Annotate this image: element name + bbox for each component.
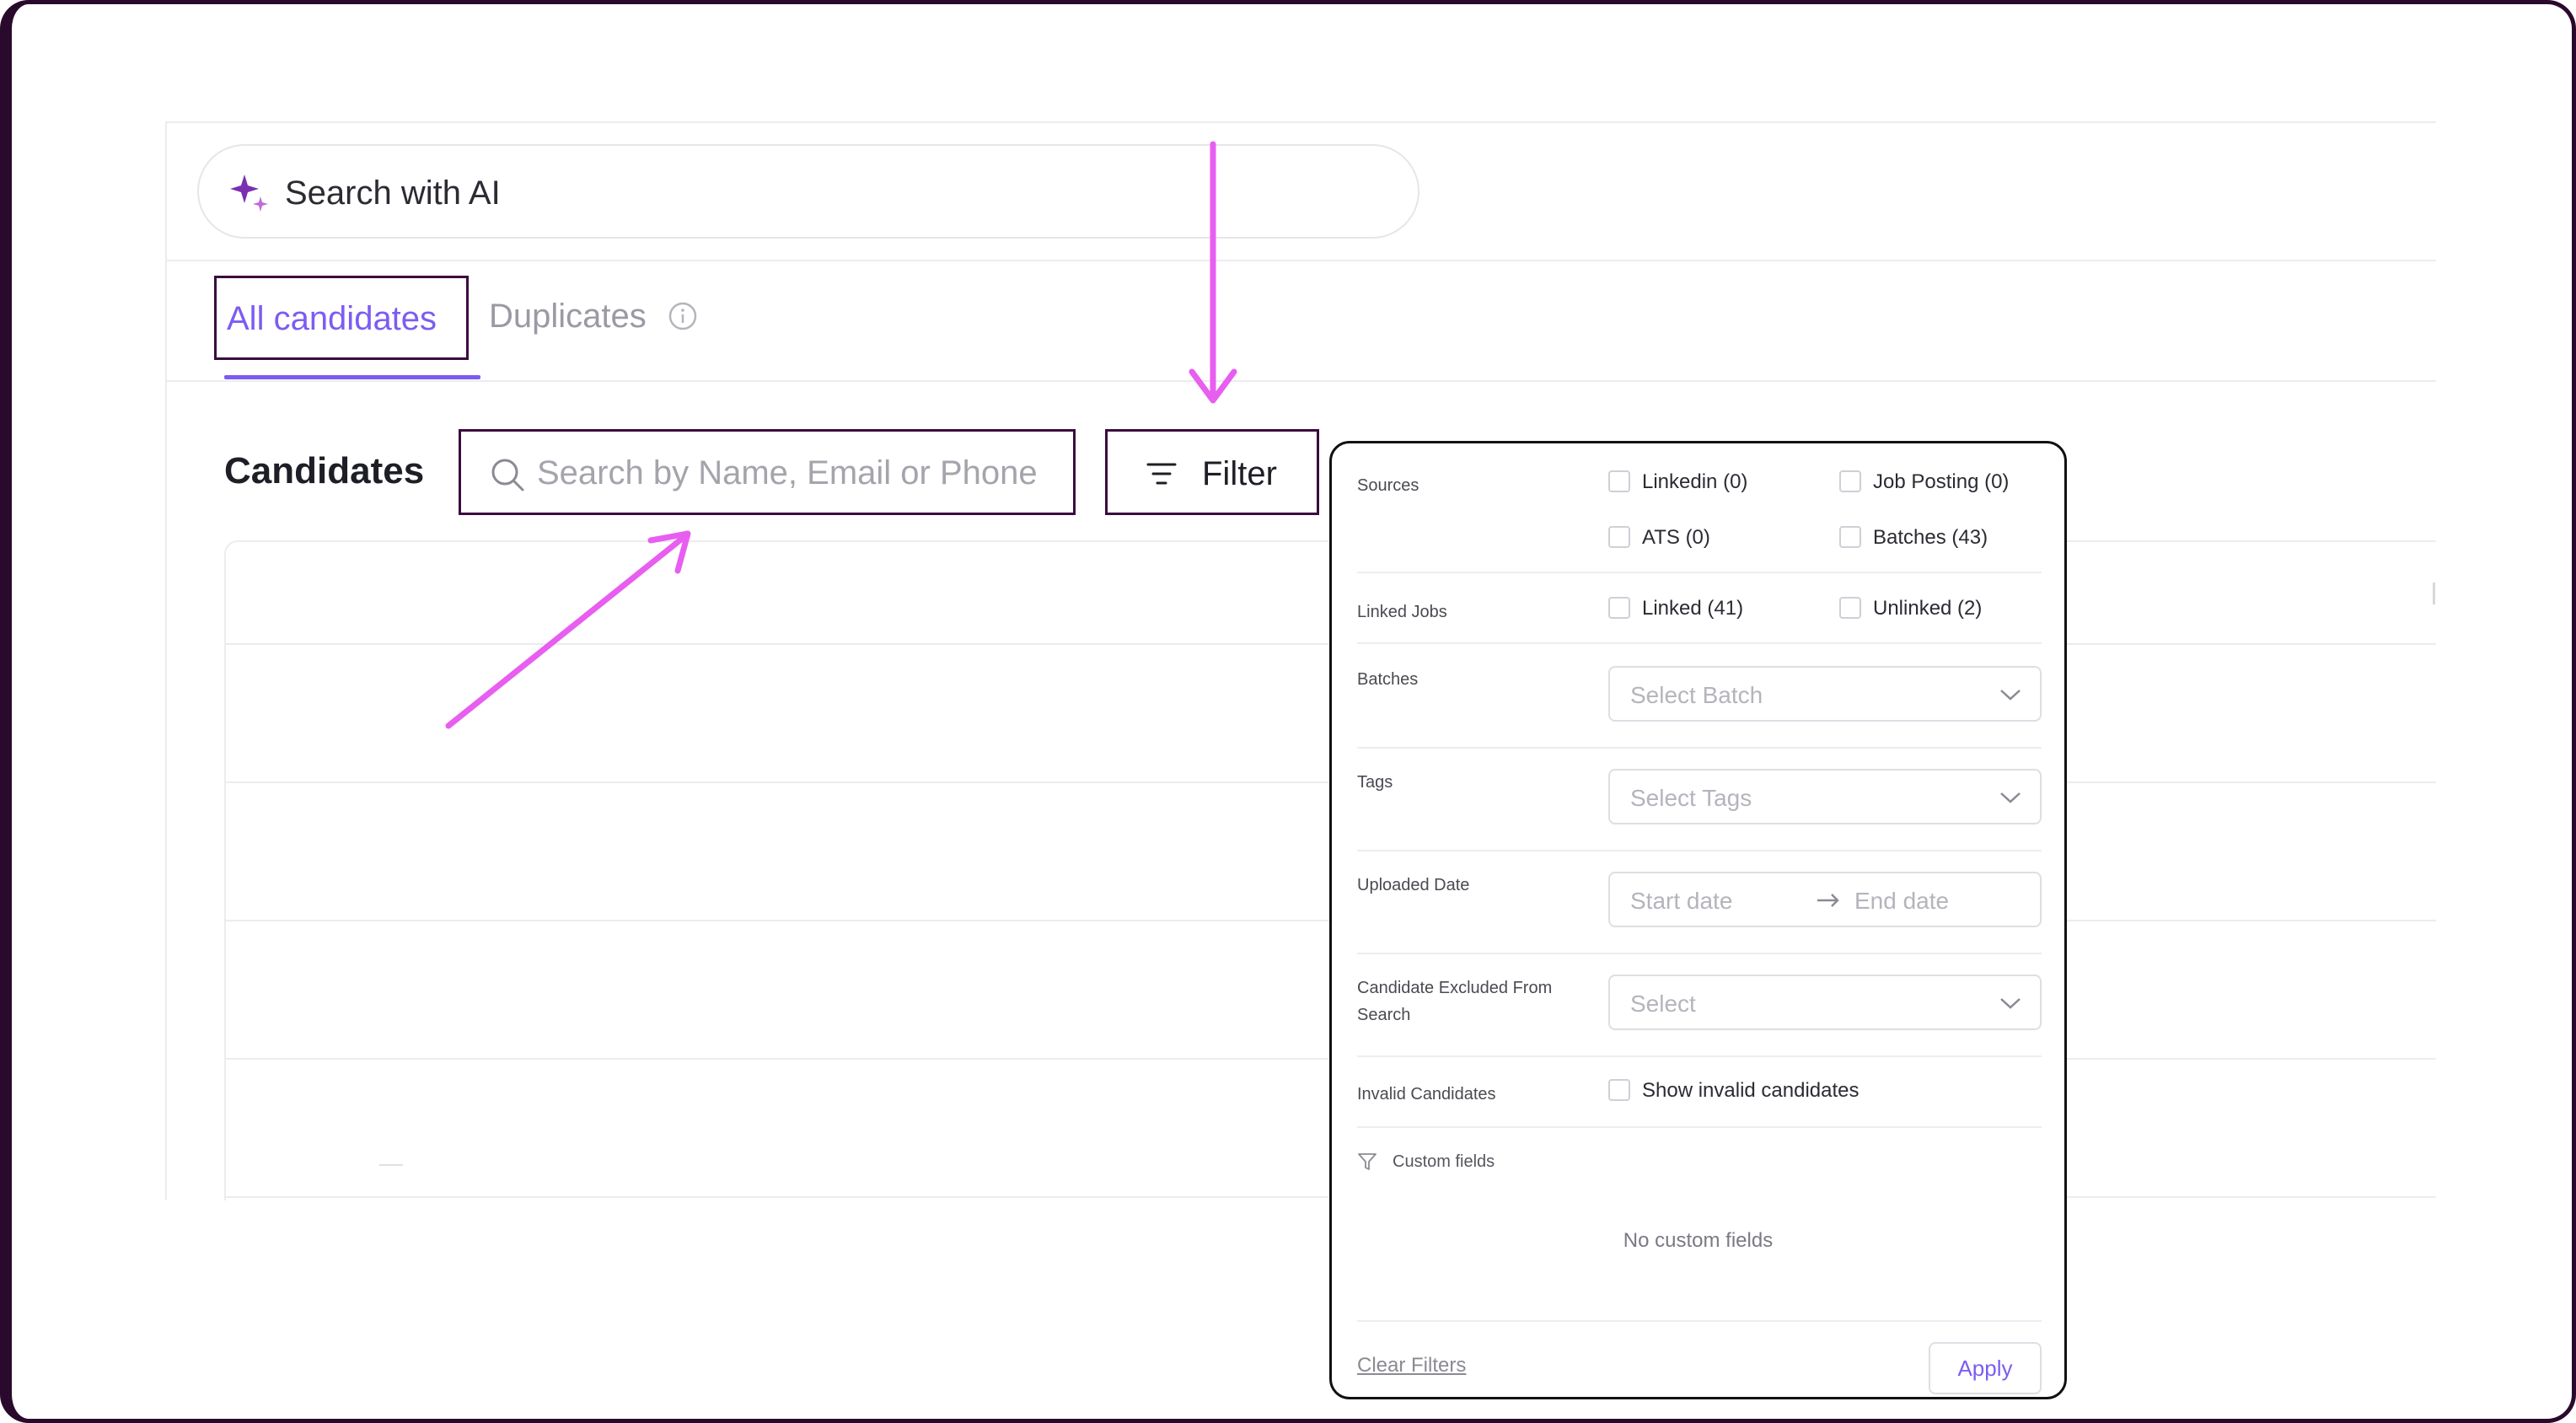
uploaded-date-range[interactable]: Start date End date xyxy=(1608,872,2042,927)
section-divider xyxy=(1357,642,2042,644)
tags-select[interactable]: Select Tags xyxy=(1608,769,2042,824)
apply-button[interactable]: Apply xyxy=(1929,1342,2042,1394)
footer-divider xyxy=(1357,1320,2042,1322)
ai-search-bar[interactable]: Search with AI xyxy=(197,144,1419,239)
info-icon[interactable] xyxy=(668,302,697,330)
checkbox-label: Linked (41) xyxy=(1642,597,1744,620)
batch-select[interactable]: Select Batch xyxy=(1608,666,2042,722)
excluded-select-placeholder: Select xyxy=(1630,991,1696,1017)
checkbox-unlinked[interactable]: Unlinked (2) xyxy=(1839,595,2042,622)
excluded-label-line2: Search xyxy=(1357,1006,1411,1024)
filter-button-label: Filter xyxy=(1202,455,1277,492)
linked-jobs-label: Linked Jobs xyxy=(1357,603,1447,621)
checkbox-box[interactable] xyxy=(1608,526,1630,548)
tags-label: Tags xyxy=(1357,773,1393,792)
page-title: Candidates xyxy=(224,450,425,491)
excluded-label-line1: Candidate Excluded From xyxy=(1357,979,1553,997)
start-date-input[interactable]: Start date xyxy=(1630,887,1732,916)
checkbox-ats[interactable]: ATS (0) xyxy=(1608,524,1811,551)
filter-button[interactable]: Filter xyxy=(1105,429,1319,515)
tab-duplicates-label: Duplicates xyxy=(489,298,647,335)
candidate-search-input[interactable] xyxy=(535,447,1053,499)
checkbox-box[interactable] xyxy=(1608,597,1630,619)
checkbox-box[interactable] xyxy=(1608,1079,1630,1101)
checkbox-label: Linkedin (0) xyxy=(1642,470,1748,493)
checkbox-box[interactable] xyxy=(1839,597,1861,619)
candidate-search-box[interactable] xyxy=(459,429,1076,515)
excluded-label: Candidate Excluded From Search xyxy=(1357,975,1552,1028)
checkbox-box[interactable] xyxy=(1608,470,1630,492)
section-divider xyxy=(1357,1126,2042,1128)
search-icon xyxy=(491,459,524,491)
section-divider xyxy=(1357,572,2042,573)
chevron-down-icon xyxy=(2000,792,2021,803)
tab-all-candidates-label: All candidates xyxy=(227,300,437,337)
section-divider xyxy=(1357,850,2042,851)
active-tab-indicator xyxy=(224,375,480,379)
checkbox-job-posting[interactable]: Job Posting (0) xyxy=(1839,469,2042,496)
checkbox-box[interactable] xyxy=(1839,526,1861,548)
section-divider xyxy=(1357,1055,2042,1057)
header-divider xyxy=(165,260,2436,261)
checkbox-label: Show invalid candidates xyxy=(1642,1079,1860,1102)
checkbox-label: Job Posting (0) xyxy=(1873,470,2010,493)
checkbox-batches[interactable]: Batches (43) xyxy=(1839,524,2042,551)
sources-label: Sources xyxy=(1357,476,1419,495)
tab-all-candidates[interactable]: All candidates xyxy=(214,276,469,360)
batch-select-placeholder: Select Batch xyxy=(1630,682,1763,708)
window-frame: Search with AI All candidates Duplicates… xyxy=(0,0,2576,1423)
sparkle-icon xyxy=(230,175,268,212)
no-custom-fields-text: No custom fields xyxy=(1623,1229,1774,1252)
tab-duplicates[interactable]: Duplicates xyxy=(489,294,697,345)
chevron-down-icon xyxy=(2000,998,2021,1009)
chevron-down-icon xyxy=(2000,690,2021,701)
table-column-handle xyxy=(2433,583,2435,604)
checkbox-label: Unlinked (2) xyxy=(1873,597,1983,620)
tags-select-placeholder: Select Tags xyxy=(1630,785,1752,811)
funnel-icon xyxy=(1358,1153,1377,1170)
section-divider xyxy=(1357,953,2042,954)
batches-label: Batches xyxy=(1357,670,1419,689)
tabs-divider xyxy=(165,380,2436,382)
checkbox-label: ATS (0) xyxy=(1642,526,1710,549)
table-placeholder-dash xyxy=(379,1164,403,1166)
invalid-candidates-label: Invalid Candidates xyxy=(1357,1085,1496,1103)
end-date-input[interactable]: End date xyxy=(1854,887,1949,916)
filter-panel: Sources Linkedin (0) Job Posting (0) ATS… xyxy=(1329,441,2067,1399)
checkbox-show-invalid[interactable]: Show invalid candidates xyxy=(1608,1077,1945,1104)
checkbox-box[interactable] xyxy=(1839,470,1861,492)
clear-filters-link[interactable]: Clear Filters xyxy=(1357,1352,1466,1379)
filter-lines-icon xyxy=(1146,463,1177,485)
section-divider xyxy=(1357,747,2042,749)
excluded-select[interactable]: Select xyxy=(1608,975,2042,1030)
custom-fields-label: Custom fields xyxy=(1393,1152,1495,1171)
uploaded-date-label: Uploaded Date xyxy=(1357,876,1470,894)
ai-search-label: Search with AI xyxy=(285,175,501,212)
checkbox-linked[interactable]: Linked (41) xyxy=(1608,595,1811,622)
checkbox-label: Batches (43) xyxy=(1873,526,1988,549)
checkbox-linkedin[interactable]: Linkedin (0) xyxy=(1608,469,1811,496)
arrow-right-icon xyxy=(1817,894,1839,907)
